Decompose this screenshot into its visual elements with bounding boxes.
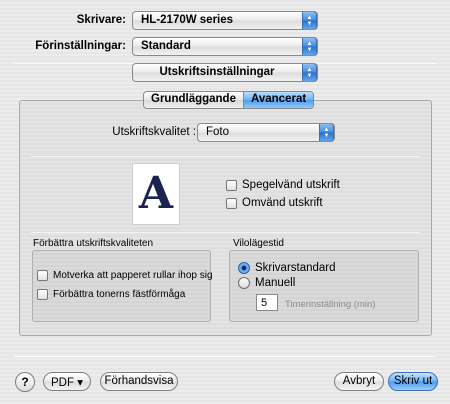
print-dialog: Skrivare: HL-2170W series ▲ ▼ Förinställn… (0, 0, 450, 404)
reverse-label: Omvänd utskrift (242, 197, 323, 209)
sleep-default-radio[interactable] (238, 262, 250, 274)
timer-input[interactable]: 5 (256, 294, 278, 311)
reverse-checkbox[interactable] (226, 197, 237, 209)
toner-label: Förbättra tonerns fästförmåga (53, 289, 186, 300)
pdf-button[interactable]: PDF ▾ (43, 372, 91, 391)
printer-popup-value: HL-2170W series (141, 14, 234, 26)
panel-separator (31, 156, 420, 157)
improve-quality-title: Förbättra utskriftskvaliteten (33, 238, 154, 249)
printer-popup[interactable]: HL-2170W series ▲ ▼ (132, 11, 318, 30)
timer-label: Timerinställning (min) (285, 299, 376, 310)
presets-label: Förinställningar: (35, 40, 126, 52)
sleep-default-option[interactable]: Skrivarstandard (238, 262, 336, 274)
cancel-button[interactable]: Avbryt (334, 372, 384, 391)
section-popup-value: Utskriftsinställningar (159, 66, 275, 78)
curl-option[interactable]: Motverka att papperet rullar ihop sig (37, 270, 213, 281)
mirror-option[interactable]: Spegelvänd utskrift (226, 179, 340, 191)
curl-label: Motverka att papperet rullar ihop sig (53, 270, 213, 281)
print-button[interactable]: Skriv ut (388, 372, 438, 391)
section-popup[interactable]: Utskriftsinställningar ▲ ▼ (132, 63, 318, 82)
curl-checkbox[interactable] (37, 270, 48, 281)
reverse-option[interactable]: Omvänd utskrift (226, 197, 323, 209)
sleep-manual-label: Manuell (255, 277, 296, 289)
tab-bar: Grundläggande Avancerat (143, 91, 315, 109)
tab-basic[interactable]: Grundläggande (144, 92, 243, 108)
print-preview-image: A (132, 163, 180, 225)
quality-label: Utskriftskvalitet : (112, 126, 196, 138)
popup-arrows-icon: ▲ ▼ (302, 64, 317, 81)
panel-separator (31, 232, 420, 233)
tab-advanced[interactable]: Avancerat (242, 92, 314, 108)
popup-arrows-icon: ▲ ▼ (302, 38, 317, 55)
help-button[interactable]: ? (15, 372, 35, 392)
quality-popup[interactable]: Foto ▲ ▼ (197, 123, 335, 142)
mirror-checkbox[interactable] (226, 179, 237, 191)
popup-arrows-icon: ▲ ▼ (319, 124, 334, 141)
preview-button[interactable]: Förhandsvisa (100, 372, 178, 391)
bottom-separator (14, 356, 436, 357)
popup-arrows-icon: ▲ ▼ (302, 12, 317, 29)
sleep-manual-radio[interactable] (238, 277, 250, 289)
preview-letter: A (138, 168, 174, 219)
presets-popup-value: Standard (141, 40, 191, 52)
toner-option[interactable]: Förbättra tonerns fästförmåga (37, 289, 185, 300)
printer-label: Skrivare: (76, 14, 126, 26)
sleep-manual-option[interactable]: Manuell (238, 277, 295, 289)
sleep-default-label: Skrivarstandard (255, 262, 336, 274)
sleep-title: Vilolägestid (233, 238, 284, 249)
quality-popup-value: Foto (206, 126, 230, 138)
mirror-label: Spegelvänd utskrift (242, 179, 340, 191)
improve-quality-box (32, 250, 211, 322)
presets-popup[interactable]: Standard ▲ ▼ (132, 37, 318, 56)
toner-checkbox[interactable] (37, 289, 48, 300)
